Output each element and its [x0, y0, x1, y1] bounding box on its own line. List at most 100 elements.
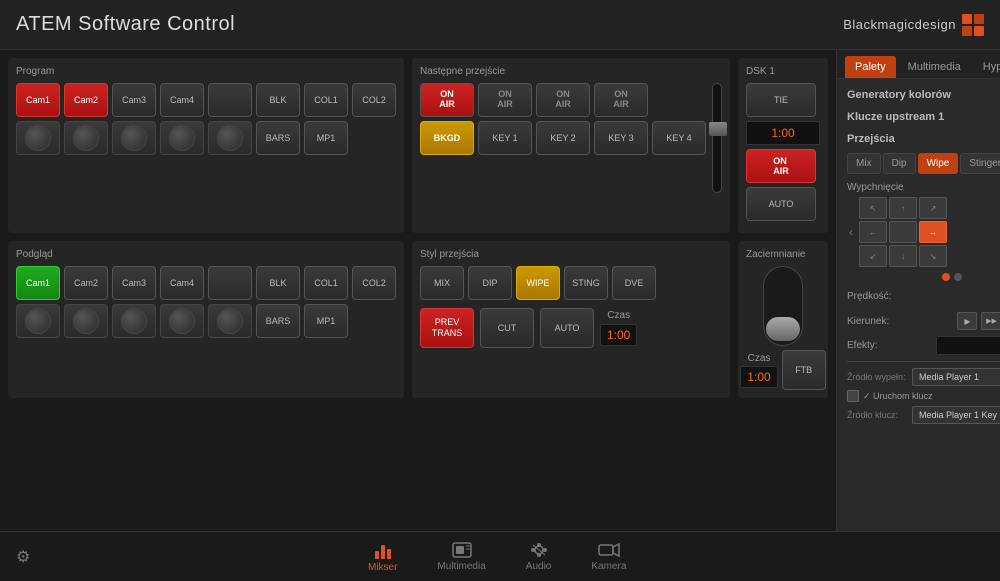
on-air-2[interactable]: ONAIR — [478, 83, 532, 117]
nav-multimedia[interactable]: Multimedia — [437, 542, 485, 572]
dots-row — [847, 273, 1000, 281]
preview-cam3[interactable]: Cam3 — [112, 266, 156, 300]
dir-bottomleft[interactable]: ↙ — [859, 245, 887, 267]
dir-center — [889, 221, 917, 243]
program-col2[interactable]: COL2 — [352, 83, 396, 117]
uruchom-klucz-checkbox[interactable] — [847, 390, 859, 402]
style-sting[interactable]: STING — [564, 266, 608, 300]
bottom-nav: ⚙ Mikser Multimedia — [0, 531, 1000, 581]
dsk-tie-btn[interactable]: TIE — [746, 83, 816, 117]
color-generators-section: Generatory kolorów — [847, 89, 1000, 101]
key-row: BKGD KEY 1 KEY 2 KEY 3 KEY 4 — [420, 121, 706, 155]
effects-input[interactable]: →| — [936, 336, 1000, 355]
source-key-label: Źródło klucz: — [847, 410, 912, 420]
nav-audio[interactable]: Audio — [526, 542, 552, 572]
program-cam1[interactable]: Cam1 — [16, 83, 60, 117]
bottom-trans-area: PREVTRANS CUT AUTO Czas 1:00 — [420, 308, 722, 348]
prev-trans-btn[interactable]: PREVTRANS — [420, 308, 474, 348]
program-cam4[interactable]: Cam4 — [160, 83, 204, 117]
dsk-on-air-btn[interactable]: ONAIR — [746, 149, 816, 183]
key-bkgd[interactable]: BKGD — [420, 121, 474, 155]
preview-cam2[interactable]: Cam2 — [64, 266, 108, 300]
source-key-dropdown[interactable]: Media Player 1 Key — [912, 406, 1000, 424]
effects-label: Efekty: — [847, 340, 907, 351]
program-round-2 — [64, 121, 108, 155]
kamera-icon — [598, 542, 620, 558]
key-1[interactable]: KEY 1 — [478, 121, 532, 155]
next-buttons-area: ONAIR ONAIR ONAIR ONAIR BKGD KEY 1 KEY 2… — [420, 83, 706, 193]
dsk-label: DSK 1 — [746, 66, 820, 77]
preview-cam4[interactable]: Cam4 — [160, 266, 204, 300]
trans-tab-dip[interactable]: Dip — [883, 153, 916, 174]
preview-cam1[interactable]: Cam1 — [16, 266, 60, 300]
on-air-1[interactable]: ONAIR — [420, 83, 474, 117]
key-4[interactable]: KEY 4 — [652, 121, 706, 155]
next-fader-track[interactable] — [712, 83, 722, 193]
fade-fader-handle[interactable] — [766, 317, 800, 341]
style-wipe[interactable]: WIPE — [516, 266, 560, 300]
header: ATEM Software Control Blackmagicdesign — [0, 0, 1000, 50]
dir-bottom[interactable]: ↓ — [889, 245, 917, 267]
preview-bars[interactable]: BARS — [256, 304, 300, 338]
program-col1[interactable]: COL1 — [304, 83, 348, 117]
preview-col1[interactable]: COL1 — [304, 266, 348, 300]
ftb-btn[interactable]: FTB — [782, 350, 826, 390]
dir-topleft[interactable]: ↖ — [859, 197, 887, 219]
dir-top[interactable]: ↑ — [889, 197, 917, 219]
style-dve[interactable]: DVE — [612, 266, 656, 300]
style-dip[interactable]: DIP — [468, 266, 512, 300]
source-fill-dropdown[interactable]: Media Player 1 — [912, 368, 1000, 386]
dsk-auto-btn[interactable]: AUTO — [746, 187, 816, 221]
dot-1[interactable] — [942, 273, 950, 281]
program-section: Program Cam1 Cam2 Cam3 Cam4 BLK COL1 COL… — [8, 58, 404, 233]
dir-topright[interactable]: ↗ — [919, 197, 947, 219]
auto-btn[interactable]: AUTO — [540, 308, 594, 348]
next-fader-handle[interactable] — [709, 122, 727, 136]
czas-label: Czas — [607, 310, 630, 321]
play-forward-btn[interactable]: ▶ — [957, 312, 977, 330]
tab-palety[interactable]: Palety — [845, 56, 896, 78]
program-mp1[interactable]: MP1 — [304, 121, 348, 155]
direction-label: Kierunek: — [847, 316, 907, 327]
program-cam3[interactable]: Cam3 — [112, 83, 156, 117]
upstream-key-title: Klucze upstream 1 — [847, 111, 1000, 123]
key-2[interactable]: KEY 2 — [536, 121, 590, 155]
program-blank[interactable] — [208, 83, 252, 117]
program-cam2[interactable]: Cam2 — [64, 83, 108, 117]
fade-fader-track[interactable] — [763, 266, 803, 346]
preview-mp1[interactable]: MP1 — [304, 304, 348, 338]
settings-icon[interactable]: ⚙ — [16, 547, 30, 567]
dot-2[interactable] — [954, 273, 962, 281]
trans-tab-wipe[interactable]: Wipe — [918, 153, 959, 174]
upstream-key-section: Klucze upstream 1 — [847, 111, 1000, 123]
preview-col2[interactable]: COL2 — [352, 266, 396, 300]
nav-mikser[interactable]: Mikser — [368, 541, 397, 573]
program-blk[interactable]: BLK — [256, 83, 300, 117]
play-backward-btn[interactable]: ▶▶ — [981, 312, 1000, 330]
program-round-5 — [208, 121, 252, 155]
on-air-4[interactable]: ONAIR — [594, 83, 648, 117]
dir-nav-left[interactable]: ‹ — [847, 225, 855, 239]
preview-blank[interactable] — [208, 266, 252, 300]
dir-left[interactable]: ← — [859, 221, 887, 243]
preview-round-3 — [112, 304, 156, 338]
nav-kamera[interactable]: Kamera — [591, 542, 626, 572]
key-3[interactable]: KEY 3 — [594, 121, 648, 155]
preview-blk[interactable]: BLK — [256, 266, 300, 300]
color-generators-title: Generatory kolorów — [847, 89, 1000, 101]
tab-hyperdeck[interactable]: HyperDeck — [973, 56, 1000, 78]
main-layout: Program Cam1 Cam2 Cam3 Cam4 BLK COL1 COL… — [0, 50, 1000, 531]
fade-label: Zaciemnianie — [746, 249, 820, 260]
cut-btn[interactable]: CUT — [480, 308, 534, 348]
dir-bottomright[interactable]: ↘ — [919, 245, 947, 267]
dir-right[interactable]: → — [919, 221, 947, 243]
next-section-inner: ONAIR ONAIR ONAIR ONAIR BKGD KEY 1 KEY 2… — [420, 83, 722, 193]
tab-multimedia[interactable]: Multimedia — [898, 56, 971, 78]
trans-tab-stinger[interactable]: Stinger — [960, 153, 1000, 174]
on-air-3[interactable]: ONAIR — [536, 83, 590, 117]
preview-label: Podgląd — [16, 249, 396, 260]
style-mix[interactable]: MIX — [420, 266, 464, 300]
trans-tab-mix[interactable]: Mix — [847, 153, 881, 174]
source-fill-row: Źródło wypełn: Media Player 1 — [847, 368, 1000, 386]
program-bars[interactable]: BARS — [256, 121, 300, 155]
